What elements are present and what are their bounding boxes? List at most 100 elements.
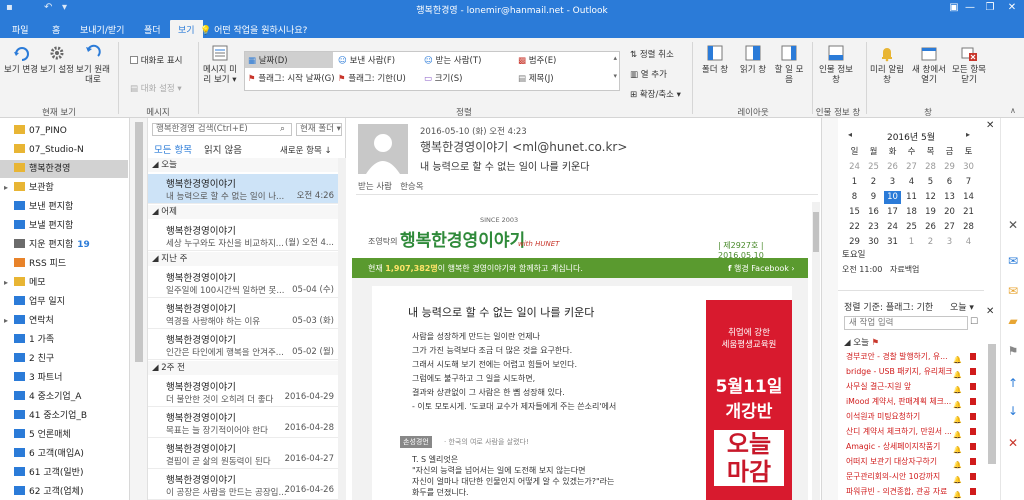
folder-item[interactable]: 행복한경영: [0, 160, 128, 178]
calendar-day[interactable]: 19: [922, 206, 939, 219]
gallery-scroll-up-icon[interactable]: ▴: [613, 54, 617, 62]
task-checkbox-icon[interactable]: ☐: [970, 317, 978, 327]
folder-pane-scrollbar[interactable]: [130, 118, 148, 500]
calendar-day[interactable]: 1: [846, 176, 863, 189]
reading-pane-scrollbar[interactable]: [812, 202, 820, 500]
calendar-day[interactable]: 2: [865, 176, 882, 189]
folder-item[interactable]: ▸ 메모: [0, 274, 128, 292]
message-item[interactable]: 행복한경영이야기 역경을 사랑해야 하는 이유 05-03 (화): [148, 299, 344, 329]
collapse-group-icon[interactable]: ◢: [152, 160, 161, 170]
people-pane-button[interactable]: 인물 정보 창: [816, 44, 856, 85]
calendar-next-icon[interactable]: ▸: [966, 130, 970, 139]
message-preview-button[interactable]: 메시지 미리 보기 ▾: [200, 44, 240, 85]
collapse-group-icon[interactable]: ◢: [152, 207, 161, 217]
search-icon[interactable]: ⌕: [280, 124, 285, 134]
message-group-header[interactable]: ◢ 2주 전: [148, 361, 344, 375]
reverse-sort-button[interactable]: ⇅ 정렬 취소: [630, 48, 674, 60]
collapse-ribbon-icon[interactable]: ∧: [1010, 106, 1016, 115]
calendar-day[interactable]: 9: [865, 191, 882, 204]
add-columns-button[interactable]: ▥ 열 추가: [630, 68, 667, 80]
folder-item[interactable]: 지운 편지함 19: [0, 236, 128, 254]
calendar-day[interactable]: 27: [903, 161, 920, 174]
message-item[interactable]: 행복한경영이야기 일주일에 100시간씩 일하면 못... 05-04 (수): [148, 268, 344, 298]
calendar-day[interactable]: 12: [922, 191, 939, 204]
calendar-day[interactable]: 27: [941, 221, 958, 234]
calendar-day[interactable]: 3: [884, 176, 901, 189]
collapse-group-icon[interactable]: ◢: [152, 363, 161, 373]
arrange-subject[interactable]: ▤ 제목(J): [515, 70, 557, 86]
message-item[interactable]: 행복한경영이야기 세상 누구와도 자신을 비교하지... (월) 오전 4...: [148, 221, 344, 251]
folder-item[interactable]: 5 언론매체: [0, 426, 128, 444]
tab-view[interactable]: 보기: [170, 20, 203, 38]
close-button[interactable]: ✕: [1002, 2, 1022, 13]
calendar-day[interactable]: 23: [865, 221, 882, 234]
arrow-down-icon[interactable]: ↓: [1005, 404, 1021, 418]
calendar-day[interactable]: 28: [960, 221, 977, 234]
maximize-button[interactable]: ❐: [980, 2, 1000, 13]
calendar-day[interactable]: 10: [884, 191, 901, 204]
arrange-flag-start[interactable]: ⚑ 플래그: 시작 날짜(G): [245, 70, 338, 86]
mail-reply-icon[interactable]: ✉: [1005, 254, 1021, 268]
folder-item[interactable]: 4 중소기업_A: [0, 388, 128, 406]
flag-icon[interactable]: ⚑: [1005, 344, 1021, 358]
reading-pane-button[interactable]: 읽기 창: [738, 44, 768, 75]
view-settings-button[interactable]: 보기 설정: [40, 44, 74, 75]
delete-icon[interactable]: ✕: [1005, 436, 1021, 450]
folder-item[interactable]: ▸ 보관함: [0, 179, 128, 197]
folder-icon[interactable]: ▰: [1005, 314, 1021, 328]
expand-chevron-icon[interactable]: ▸: [4, 274, 8, 292]
calendar-day[interactable]: 24: [884, 221, 901, 234]
folder-item[interactable]: 6 고객(매입A): [0, 445, 128, 463]
close-tasks-icon[interactable]: ✕: [986, 306, 994, 317]
calendar-day[interactable]: 26: [884, 161, 901, 174]
open-in-new-window-button[interactable]: 새 창에서 열기: [910, 44, 948, 85]
reminders-window-button[interactable]: 미리 알림 창: [868, 44, 906, 85]
folder-item[interactable]: 보낼 편지함: [0, 217, 128, 235]
message-list-scrollbar[interactable]: [338, 158, 346, 500]
folder-item[interactable]: 1 가족: [0, 331, 128, 349]
task-flag-icon[interactable]: [970, 413, 976, 420]
arrange-date[interactable]: ▦ 날짜(D): [245, 52, 333, 68]
calendar-day[interactable]: 30: [960, 161, 977, 174]
folder-item[interactable]: 보낸 편지함: [0, 198, 128, 216]
task-flag-icon[interactable]: [970, 473, 976, 480]
collapse-group-icon[interactable]: ◢: [152, 254, 161, 264]
task-item[interactable]: 이석원과 미팅요청하기 🔔: [842, 410, 978, 424]
task-item[interactable]: 산디 계약서 체크하기, 만원서 ... 🔔: [842, 425, 978, 439]
new-task-input[interactable]: 새 작업 입력: [844, 316, 968, 330]
task-scroll-thumb[interactable]: [988, 344, 996, 464]
task-flag-icon[interactable]: [970, 398, 976, 405]
task-flag-icon[interactable]: [970, 458, 976, 465]
calendar-day[interactable]: 20: [941, 206, 958, 219]
calendar-day[interactable]: 15: [846, 206, 863, 219]
calendar-day[interactable]: 11: [903, 191, 920, 204]
arrange-to[interactable]: ☺ 받는 사람(T): [421, 52, 484, 68]
search-input[interactable]: 행복한경영 검색(Ctrl+E): [152, 123, 292, 136]
calendar-day[interactable]: 5: [922, 176, 939, 189]
scroll-thumb[interactable]: [135, 122, 143, 362]
close-todo-icon[interactable]: ✕: [986, 120, 994, 131]
calendar-day[interactable]: 7: [960, 176, 977, 189]
calendar-day[interactable]: 21: [960, 206, 977, 219]
expand-chevron-icon[interactable]: ▸: [4, 312, 8, 330]
task-item[interactable]: bridge - USB 패키지, 유리체크 🔔: [842, 365, 978, 379]
calendar-day[interactable]: 1: [903, 236, 920, 249]
calendar-day[interactable]: 28: [922, 161, 939, 174]
task-flag-icon[interactable]: [970, 383, 976, 390]
tasks-sort-dropdown[interactable]: 정렬 기준: 플래그: 기한: [844, 300, 933, 313]
appointment[interactable]: 오전 11:00 자료백업: [842, 264, 919, 275]
task-item[interactable]: 문구관리회의-시안 10강까지 🔔: [842, 470, 978, 484]
folder-item[interactable]: 07_PINO: [0, 122, 128, 140]
close-x-icon[interactable]: ✕: [1005, 218, 1021, 232]
expand-collapse-button[interactable]: ⊞ 확장/축소 ▾: [630, 88, 681, 100]
calendar-day[interactable]: 4: [960, 236, 977, 249]
filter-unread[interactable]: 읽지 않음: [204, 142, 242, 156]
todo-bar-button[interactable]: 할 일 모음: [774, 44, 804, 85]
arrange-flag-due[interactable]: ⚑ 플래그: 기한(U): [335, 70, 409, 86]
task-item[interactable]: 사무실 결근-지원 앞 🔔: [842, 380, 978, 394]
calendar-day[interactable]: 25: [903, 221, 920, 234]
folder-item[interactable]: ▸ 연락처: [0, 312, 128, 330]
search-scope-dropdown[interactable]: 현재 폴더 ▾: [296, 123, 342, 136]
to-name[interactable]: 한승옥: [400, 182, 423, 192]
tab-send-receive[interactable]: 보내기/받기: [72, 21, 132, 38]
